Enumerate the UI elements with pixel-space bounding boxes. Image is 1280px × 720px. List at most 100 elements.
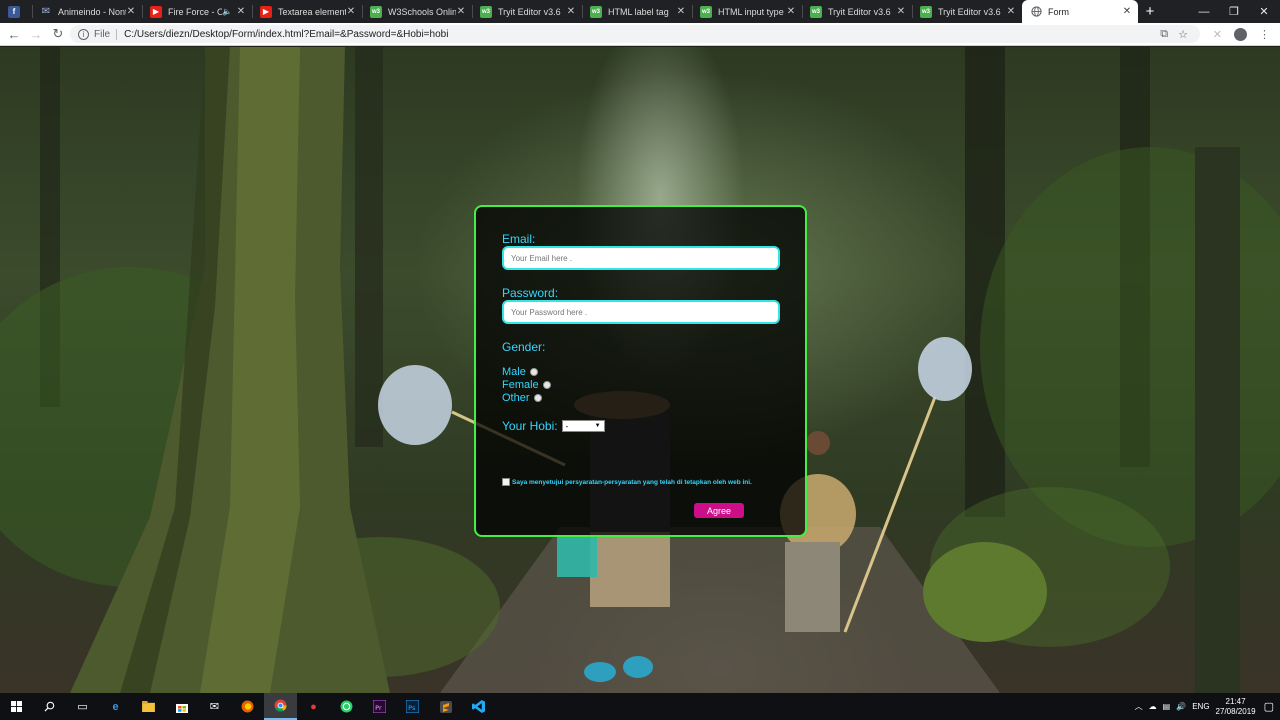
bookmark-star-icon[interactable]: ☆: [1178, 28, 1188, 41]
sublime-text-icon[interactable]: [429, 693, 462, 720]
tab-9[interactable]: w3 Tryit Editor v3.6 ✕: [912, 0, 1022, 23]
tab-title: Textarea elements: [278, 6, 346, 17]
notification-icon[interactable]: ▢: [1264, 700, 1274, 713]
tab-strip: f ✉ Animeindo - Nonto ✕ ▶ Fire Force - O…: [0, 0, 1280, 23]
tab-close-icon[interactable]: ✕: [456, 6, 466, 17]
w3schools-icon: w3: [700, 5, 712, 18]
profile-avatar[interactable]: [1234, 28, 1247, 41]
app-red-icon[interactable]: ●: [297, 693, 330, 720]
menu-icon[interactable]: ⋮: [1259, 28, 1270, 41]
tab-close-icon[interactable]: ✕: [346, 6, 356, 17]
tab-title: HTML input type: [718, 6, 784, 17]
volume-icon[interactable]: 🔊: [1176, 702, 1186, 711]
info-icon[interactable]: i: [78, 28, 89, 40]
clock-date: 27/08/2019: [1215, 706, 1256, 716]
hobi-selected-value: -: [565, 421, 569, 431]
file-explorer-icon[interactable]: [132, 693, 165, 720]
w3schools-icon: w3: [590, 5, 602, 18]
tab-close-icon[interactable]: ✕: [896, 6, 906, 17]
tab-close-icon[interactable]: ✕: [1122, 6, 1132, 17]
email-field[interactable]: [502, 246, 780, 270]
gender-option-label: Male: [502, 366, 526, 378]
tab-7[interactable]: w3 HTML input type ✕: [692, 0, 802, 23]
tab-active-form[interactable]: Form ✕: [1022, 0, 1138, 23]
tab-close-icon[interactable]: ✕: [236, 6, 246, 17]
dropdown-arrow-icon: ▼: [594, 423, 601, 429]
tab-title: Fire Force - Op: [168, 6, 222, 17]
language-indicator[interactable]: ENG: [1192, 702, 1209, 711]
tab-title: Tryit Editor v3.6: [828, 6, 891, 17]
edge-icon[interactable]: e: [99, 693, 132, 720]
chrome-icon[interactable]: [264, 693, 297, 720]
tab-1[interactable]: ✉ Animeindo - Nonto ✕: [32, 0, 142, 23]
mail-app-icon[interactable]: ✉: [198, 693, 231, 720]
tab-2[interactable]: ▶ Fire Force - Op 🔈 ✕: [142, 0, 252, 23]
windows-taskbar: ▭ e ✉ ● Pr Ps ︿ ☁ ▤ 🔊 ENG 21:47 27/08/20…: [0, 693, 1280, 720]
minimize-icon[interactable]: —: [1188, 0, 1220, 23]
page-viewport: Email: Password: Gender: Male Female Oth…: [0, 47, 1280, 693]
firefox-icon[interactable]: [231, 693, 264, 720]
back-icon[interactable]: ←: [3, 23, 25, 45]
tab-title: Animeindo - Nonto: [58, 6, 126, 17]
close-window-icon[interactable]: ✕: [1248, 0, 1280, 23]
new-tab-icon[interactable]: +: [1138, 0, 1162, 23]
store-icon[interactable]: [165, 693, 198, 720]
globe-icon: [1030, 6, 1042, 18]
gender-option-label: Other: [502, 392, 530, 404]
facebook-icon: f: [8, 5, 20, 18]
whatsapp-icon[interactable]: [330, 693, 363, 720]
tab-close-icon[interactable]: ✕: [676, 6, 686, 17]
extension-icon[interactable]: ✕: [1213, 28, 1222, 41]
photoshop-icon[interactable]: Ps: [396, 693, 429, 720]
tab-3[interactable]: ▶ Textarea elements ✕: [252, 0, 362, 23]
search-icon[interactable]: [33, 693, 66, 720]
hobi-select[interactable]: - ▼: [561, 420, 605, 432]
tab-facebook-pinned[interactable]: f: [0, 0, 32, 23]
w3schools-icon: w3: [480, 5, 492, 18]
url-text[interactable]: C:/Users/diezn/Desktop/Form/index.html?E…: [124, 29, 448, 40]
vscode-icon[interactable]: [462, 693, 495, 720]
tab-title: W3Schools Online: [388, 6, 456, 17]
forward-icon[interactable]: →: [25, 23, 47, 45]
reload-icon[interactable]: ↻: [47, 23, 69, 45]
show-hidden-icons-icon[interactable]: ︿: [1135, 701, 1143, 712]
tab-6[interactable]: w3 HTML label tag ✕: [582, 0, 692, 23]
tab-close-icon[interactable]: ✕: [566, 6, 576, 17]
gender-male-radio[interactable]: [529, 368, 538, 376]
audio-icon: 🔈: [222, 7, 232, 16]
network-icon[interactable]: ▤: [1163, 702, 1171, 711]
tab-4[interactable]: w3 W3Schools Online ✕: [362, 0, 472, 23]
tab-title: Tryit Editor v3.6: [498, 6, 561, 17]
translate-icon[interactable]: ⧉: [1160, 28, 1168, 41]
w3schools-icon: w3: [370, 5, 382, 18]
svg-text:Pr: Pr: [375, 704, 382, 712]
restore-icon[interactable]: ❐: [1218, 0, 1250, 23]
cloud-icon[interactable]: ☁: [1149, 702, 1157, 711]
windows-start-icon[interactable]: [0, 693, 33, 720]
clock[interactable]: 21:47 27/08/2019: [1216, 697, 1256, 717]
task-view-icon[interactable]: ▭: [66, 693, 99, 720]
gender-female-radio[interactable]: [542, 381, 551, 389]
terms-checkbox[interactable]: [502, 478, 510, 486]
agree-button[interactable]: Agree: [694, 503, 744, 518]
tab-5[interactable]: w3 Tryit Editor v3.6 ✕: [472, 0, 582, 23]
system-tray: ︿ ☁ ▤ 🔊 ENG 21:47 27/08/2019 ▢: [1135, 693, 1280, 720]
email-label: Email:: [502, 232, 536, 246]
premiere-icon[interactable]: Pr: [363, 693, 396, 720]
mail-icon: ✉: [41, 6, 51, 17]
gender-other-radio[interactable]: [533, 394, 542, 402]
clock-time: 21:47: [1225, 696, 1246, 706]
youtube-icon: ▶: [150, 5, 162, 18]
password-label: Password:: [502, 286, 559, 300]
browser-toolbar: ← → ↻ i File C:/Users/diezn/Desktop/Form…: [0, 23, 1280, 46]
tab-close-icon[interactable]: ✕: [1006, 6, 1016, 17]
gender-option-male: Male: [502, 366, 538, 378]
password-field[interactable]: [502, 300, 780, 324]
tab-close-icon[interactable]: ✕: [126, 6, 136, 17]
w3schools-icon: w3: [810, 5, 822, 18]
tab-close-icon[interactable]: ✕: [786, 6, 796, 17]
gender-option-female: Female: [502, 379, 551, 391]
tab-title: Tryit Editor v3.6: [938, 6, 1001, 17]
address-bar[interactable]: i File C:/Users/diezn/Desktop/Form/index…: [70, 25, 1200, 43]
tab-8[interactable]: w3 Tryit Editor v3.6 ✕: [802, 0, 912, 23]
